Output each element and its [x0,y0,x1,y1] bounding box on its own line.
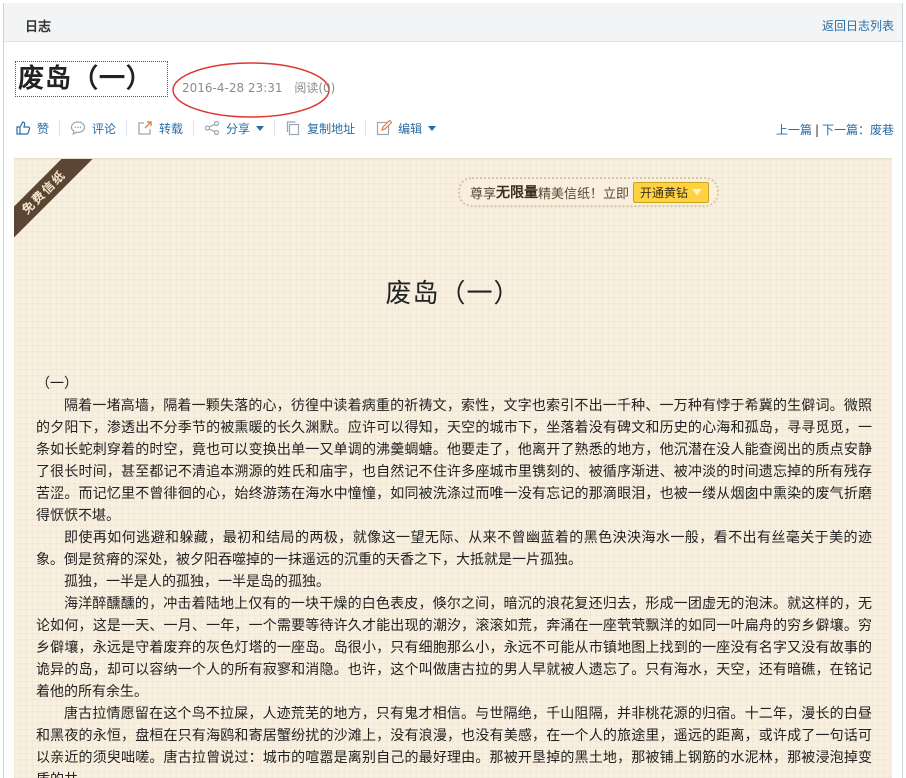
copy-link-button[interactable]: 复制地址 [285,120,355,137]
copy-icon [286,121,300,136]
divider [365,120,367,136]
edit-label: 编辑 [398,121,423,136]
like-button[interactable]: 赞 [15,120,49,137]
edit-dropdown[interactable]: 编辑 [376,120,437,137]
diamond-icon [692,188,703,196]
action-toolbar: 赞 评论 转载 分享 复制地址 编辑 [15,117,437,139]
post-meta: 2016-4-28 23:31 阅读(0) [182,79,335,96]
paragraph: 海洋醉醺醺的，冲击着陆地上仅有的一块干燥的白色表皮，倏尔之间，暗沉的浪花复还归去… [36,596,872,700]
free-paper-ribbon: 免费信纸 [14,159,95,243]
read-count: 阅读(0) [294,81,336,95]
repost-label: 转载 [159,121,184,136]
paragraph: （一） [36,376,78,392]
share-dropdown[interactable]: 分享 [204,120,265,137]
repost-arrow-icon [138,121,152,135]
promo-bold: 无限量 [496,185,539,201]
post-pager: 上一篇 | 下一篇：废巷 [776,121,894,138]
post-body: （一） 隔着一堵高墙，隔着一颗失落的心，彷徨中读着病重的祈祷文，索性，文字也索引… [36,373,872,778]
paragraph: 隔着一堵高墙，隔着一颗失落的心，彷徨中读着病重的祈祷文，索性，文字也索引不出一千… [36,398,872,524]
open-yellow-diamond-button[interactable]: 开通黄钻 [633,181,710,203]
blog-window: 日志 返回日志列表 废岛（一） 2016-4-28 23:31 阅读(0) 赞 … [3,3,903,778]
divider [59,120,61,136]
section-title: 日志 [25,20,52,35]
copy-link-label: 复制地址 [307,121,356,136]
repost-button[interactable]: 转载 [137,120,183,137]
chevron-down-icon [256,125,265,131]
comment-label: 评论 [92,121,117,136]
paragraph: 唐古拉情愿留在这个鸟不拉屎，人迹荒芜的地方，只有鬼才相信。与世隔绝，千山阻隔，并… [36,706,872,778]
promo-prefix: 尊享 [470,186,497,202]
promo-suffix: 精美信纸！立即 [538,186,630,202]
edit-pencil-icon [376,120,393,136]
post-title: 废岛（一） [15,61,169,97]
prev-post-link[interactable]: 上一篇 [776,123,812,137]
like-label: 赞 [37,121,50,136]
divider [193,120,195,136]
paragraph: 即使再如何逃避和躲藏，最初和结局的两极，就像这一望无际、从来不曾幽蓝着的黑色泱泱… [36,530,872,568]
pager-separator: | [814,123,819,137]
vip-promo-banner: 尊享 无限量 精美信纸！立即 开通黄钻 [458,177,720,207]
comment-button[interactable]: 评论 [70,120,116,137]
top-bar: 日志 返回日志列表 [4,3,902,42]
divider [126,120,128,136]
paragraph: 孤独，一半是人的孤独，一半是岛的孤独。 [64,574,330,590]
comment-bubble-icon [70,121,86,136]
next-post-link[interactable]: 下一篇：废巷 [822,123,894,137]
share-label: 分享 [226,121,251,136]
post-date: 2016-4-28 23:31 [182,81,283,95]
thumbs-up-icon [16,121,31,135]
document-title: 废岛（一） [385,279,521,309]
letter-paper: 免费信纸 尊享 无限量 精美信纸！立即 开通黄钻 废岛（一） （一） 隔着一堵高墙，… [14,158,892,778]
back-to-list-link[interactable]: 返回日志列表 [822,17,894,34]
share-nodes-icon [204,120,220,136]
chevron-down-icon [428,125,437,131]
promo-button-label: 开通黄钻 [640,185,689,200]
divider [274,120,276,136]
